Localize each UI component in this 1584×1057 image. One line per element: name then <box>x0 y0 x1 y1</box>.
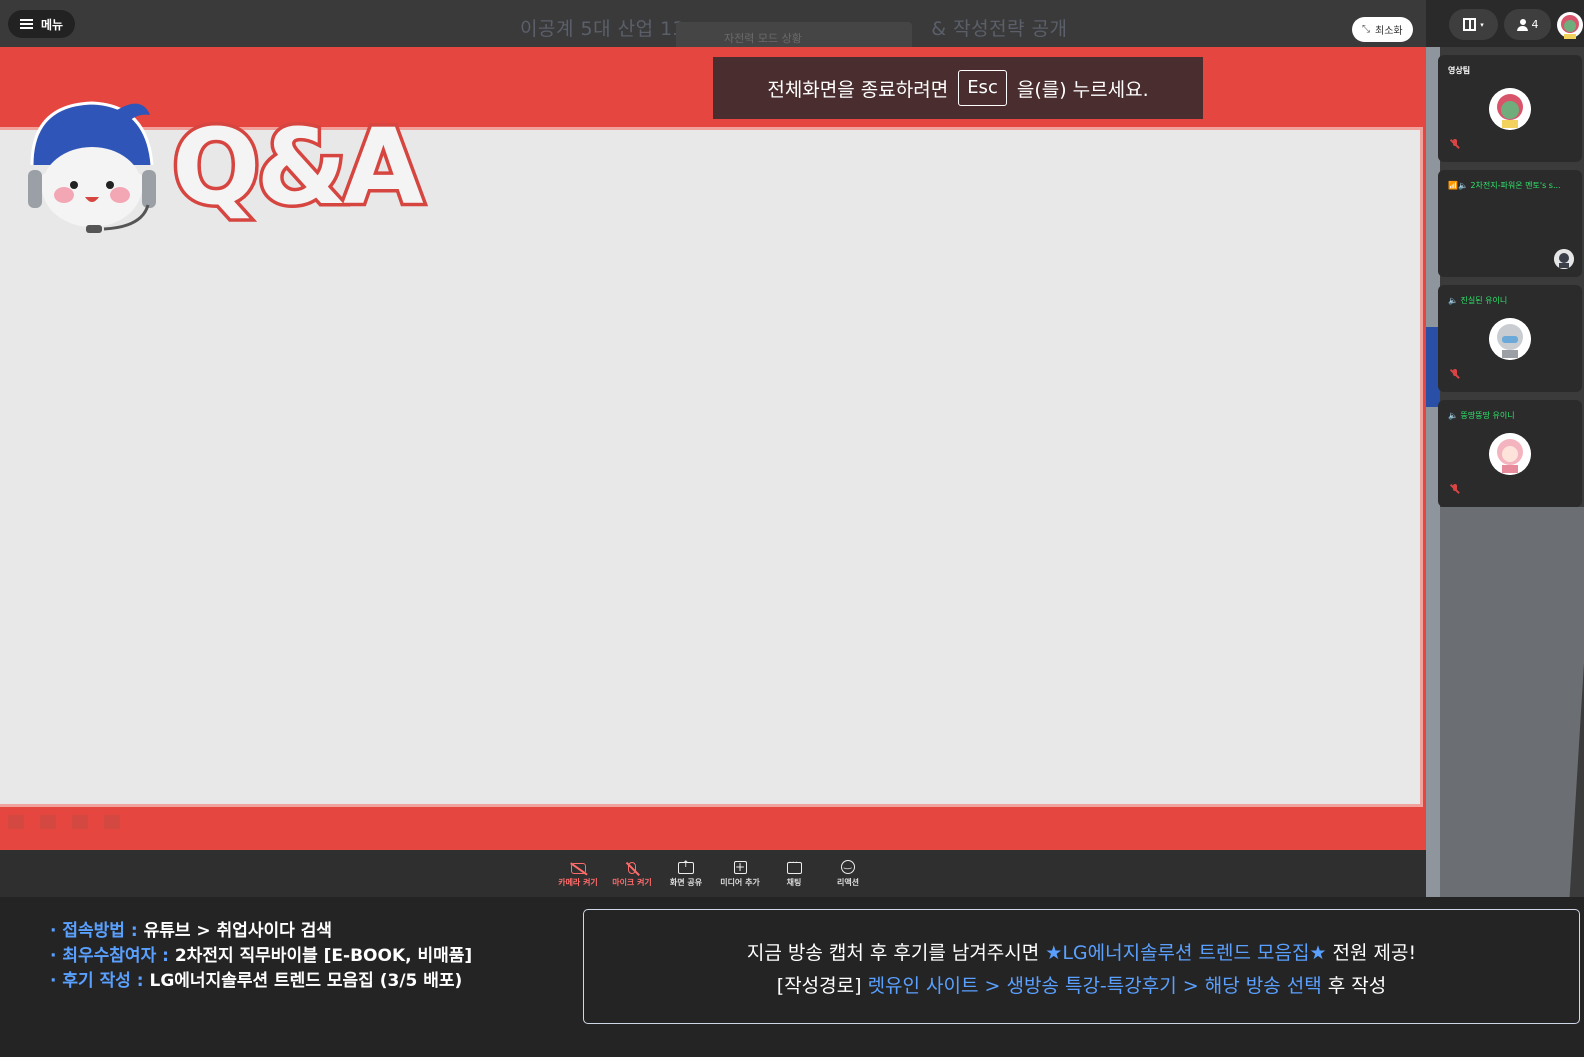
screen-share-label: 화면 공유 <box>669 877 703 887</box>
screen-share-button[interactable]: 화면 공유 <box>659 860 713 888</box>
hamburger-icon <box>20 19 33 29</box>
layout-icon <box>1463 18 1477 31</box>
meeting-toolbar: 카메라 켜기 마이크 켜기 화면 공유 + 미디어 추가 채팅 리액션 <box>0 850 1426 897</box>
participant-panel: 영상팀 📶🔈 2차전지-파워온 멘토's s... 🔈 진실된 유이니 🔈 뚱땅… <box>1426 47 1584 897</box>
menu-button[interactable]: 메뉴 <box>8 10 76 38</box>
participant-tile[interactable]: 영상팀 <box>1438 55 1582 162</box>
participant-tile[interactable]: 🔈 진실된 유이니 <box>1438 285 1582 392</box>
review-event-notice: 지금 방송 캡처 후 후기를 남겨주시면 ★LG에너지솔루션 트렌드 모음집★ … <box>583 909 1580 1024</box>
top-bar: 이공계 5대 산업 13 & 작성전략 공개 자전력 모드 상황 메뉴 ⤡ 최소화 <box>0 0 1426 47</box>
chat-button[interactable]: 채팅 <box>767 858 821 888</box>
participant-tile[interactable]: 📶🔈 2차전지-파워온 멘토's s... <box>1438 170 1582 277</box>
camera-toggle-label: 카메라 켜기 <box>558 877 598 887</box>
participant-name: 영상팀 <box>1448 66 1471 75</box>
background-floor <box>1440 507 1584 897</box>
notice-line-2: [작성경로] 렛유인 사이트 > 생방송 특강-특강후기 > 해당 방송 선택 … <box>776 975 1387 997</box>
collapse-arrow-icon: ⤡ <box>1362 24 1370 35</box>
menu-label: 메뉴 <box>41 17 64 32</box>
qa-mascot-logo: Q&A <box>28 101 431 233</box>
esc-key: Esc <box>958 70 1007 106</box>
square-icon[interactable] <box>72 815 88 829</box>
participant-tile[interactable]: 🔈 뚱땅뚱땅 유이니 <box>1438 400 1582 507</box>
fullscreen-exit-notice: 전체화면을 종료하려면 Esc 을(를) 누르세요. <box>713 57 1203 119</box>
chat-icon <box>786 858 802 874</box>
participant-name: 🔈 진실된 유이니 <box>1448 296 1508 305</box>
mic-off-icon <box>628 861 636 874</box>
participant-name: 📶🔈 2차전지-파워온 멘토's s... <box>1448 181 1561 190</box>
my-avatar[interactable] <box>1556 10 1584 40</box>
minimize-button[interactable]: ⤡ 최소화 <box>1352 17 1413 42</box>
camera-toggle-button[interactable]: 카메라 켜기 <box>551 860 605 888</box>
drawing-tools[interactable] <box>8 815 120 829</box>
info-row-review: · 후기 작성 : LG에너지솔루션 트렌드 모음집 (3/5 배포) <box>50 971 463 991</box>
participant-mini-avatar <box>1554 249 1574 269</box>
info-list: · 접속방법 : 유튜브 > 취업사이다 검색 · 최우수참여자 : 2차전지 … <box>50 919 472 994</box>
minimize-label: 최소화 <box>1375 26 1403 37</box>
background-tab: 자전력 모드 상황 <box>676 22 912 47</box>
reaction-button[interactable]: 리액션 <box>821 859 875 888</box>
esc-notice-before: 전체화면을 종료하려면 <box>767 78 949 101</box>
screen-share-icon <box>678 860 694 874</box>
broadcast-info-bar: · 접속방법 : 유튜브 > 취업사이다 검색 · 최우수참여자 : 2차전지 … <box>0 897 1584 1057</box>
reaction-icon <box>841 860 855 874</box>
info-row-best-participant: · 최우수참여자 : 2차전지 직무바이블 [E-BOOK, 비매품] <box>50 946 473 966</box>
mic-muted-icon <box>1450 139 1460 149</box>
layout-button[interactable]: ▾ <box>1449 9 1498 40</box>
mic-muted-icon <box>1450 369 1460 379</box>
mic-toggle-label: 마이크 켜기 <box>612 877 652 887</box>
participants-button[interactable]: 4 <box>1504 9 1551 40</box>
info-row-access: · 접속방법 : 유튜브 > 취업사이다 검색 <box>50 921 332 941</box>
person-icon <box>1516 19 1528 31</box>
mic-muted-icon <box>1450 484 1460 494</box>
slide-title: Q&A <box>172 106 423 228</box>
pen-icon[interactable] <box>40 815 56 829</box>
esc-notice-after: 을(를) 누르세요. <box>1016 78 1149 101</box>
participant-avatar <box>1489 88 1531 130</box>
mic-toggle-button[interactable]: 마이크 켜기 <box>605 860 659 888</box>
participant-avatar <box>1489 318 1531 360</box>
chevron-down-icon: ▾ <box>1480 20 1484 29</box>
media-add-label: 미디어 추가 <box>720 878 760 887</box>
reaction-label: 리액션 <box>836 878 860 887</box>
notice-line-1: 지금 방송 캡처 후 후기를 남겨주시면 ★LG에너지솔루션 트렌드 모음집★ … <box>746 942 1417 964</box>
media-add-icon: + <box>733 860 747 874</box>
participant-name: 🔈 뚱땅뚱땅 유이니 <box>1448 411 1515 420</box>
undo-icon[interactable] <box>8 815 24 829</box>
camera-off-icon <box>570 862 586 874</box>
app-window: 이공계 5대 산업 13 & 작성전략 공개 자전력 모드 상황 메뉴 ⤡ 최소화… <box>0 0 1584 1057</box>
participant-count: 4 <box>1531 18 1539 31</box>
participant-avatar <box>1489 433 1531 475</box>
chat-label: 채팅 <box>786 877 802 887</box>
presentation-slide: Q&A <box>0 47 1426 850</box>
eraser-icon[interactable] <box>104 815 120 829</box>
mascot-icon <box>28 101 156 233</box>
media-add-button[interactable]: + 미디어 추가 <box>713 859 767 888</box>
